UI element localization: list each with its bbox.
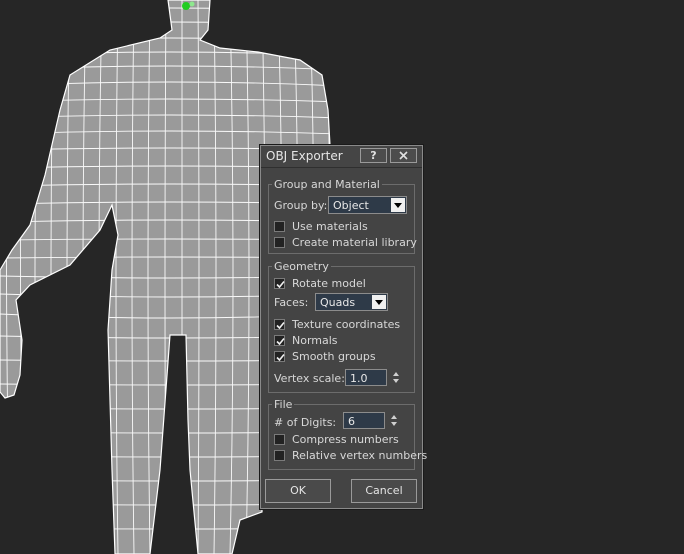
- normals-box: [274, 335, 285, 346]
- spinner-arrows-icon[interactable]: [389, 412, 399, 429]
- chevron-down-icon: [391, 198, 405, 212]
- digits-field[interactable]: 6: [343, 412, 385, 429]
- rotate-model-label: Rotate model: [292, 277, 366, 290]
- close-button[interactable]: [390, 148, 417, 163]
- obj-exporter-dialog: OBJ Exporter ? Group and Material Group …: [260, 145, 427, 509]
- use-materials-checkbox[interactable]: Use materials: [274, 220, 429, 234]
- close-icon: [391, 149, 416, 165]
- group-by-dropdown[interactable]: Object: [328, 196, 407, 214]
- ok-label: OK: [290, 484, 306, 497]
- dialog-titlebar[interactable]: OBJ Exporter ?: [261, 146, 422, 168]
- cancel-label: Cancel: [365, 484, 403, 497]
- use-materials-box: [274, 221, 285, 232]
- check-icon: [276, 321, 285, 330]
- create-library-checkbox[interactable]: Create material library: [274, 236, 429, 250]
- group-by-value: Object: [333, 199, 369, 212]
- geometry-title: Geometry: [274, 260, 329, 273]
- create-library-box: [274, 237, 285, 248]
- normals-checkbox[interactable]: Normals: [274, 334, 429, 348]
- group-by-label: Group by:: [274, 199, 328, 212]
- normals-label: Normals: [292, 334, 338, 347]
- help-icon: ?: [370, 149, 377, 162]
- ok-button[interactable]: OK: [265, 479, 331, 503]
- vertex-scale-field[interactable]: 1.0: [345, 369, 387, 386]
- cancel-button[interactable]: Cancel: [351, 479, 417, 503]
- vertex-scale-value: 1.0: [350, 372, 368, 385]
- compress-numbers-label: Compress numbers: [292, 433, 399, 446]
- dialog-title: OBJ Exporter: [266, 149, 343, 163]
- create-library-label: Create material library: [292, 236, 417, 249]
- group-material-title: Group and Material: [274, 178, 380, 191]
- texture-coords-box: [274, 319, 285, 330]
- file-title: File: [274, 398, 293, 411]
- vertex-scale-label: Vertex scale:: [274, 372, 345, 385]
- compress-numbers-box: [274, 434, 285, 445]
- smooth-groups-checkbox[interactable]: Smooth groups: [274, 350, 429, 364]
- chevron-down-icon: [372, 295, 386, 309]
- smooth-groups-label: Smooth groups: [292, 350, 376, 363]
- help-button[interactable]: ?: [360, 148, 387, 163]
- digits-label: # of Digits:: [274, 416, 337, 429]
- check-icon: [276, 353, 285, 362]
- relative-vertex-checkbox[interactable]: Relative vertex numbers: [274, 449, 429, 463]
- digits-value: 6: [348, 415, 355, 428]
- texture-coords-label: Texture coordinates: [292, 318, 401, 331]
- spinner-arrows-icon[interactable]: [391, 369, 401, 386]
- rotate-model-checkbox[interactable]: Rotate model: [274, 277, 429, 291]
- check-icon: [276, 280, 285, 289]
- faces-label: Faces:: [274, 296, 309, 309]
- smooth-groups-box: [274, 351, 285, 362]
- rotate-model-box: [274, 278, 285, 289]
- relative-vertex-box: [274, 450, 285, 461]
- check-icon: [276, 337, 285, 346]
- use-materials-label: Use materials: [292, 220, 368, 233]
- compress-numbers-checkbox[interactable]: Compress numbers: [274, 433, 429, 447]
- texture-coords-checkbox[interactable]: Texture coordinates: [274, 318, 429, 332]
- faces-dropdown[interactable]: Quads: [315, 293, 388, 311]
- faces-value: Quads: [320, 296, 356, 309]
- relative-vertex-label: Relative vertex numbers: [292, 449, 428, 462]
